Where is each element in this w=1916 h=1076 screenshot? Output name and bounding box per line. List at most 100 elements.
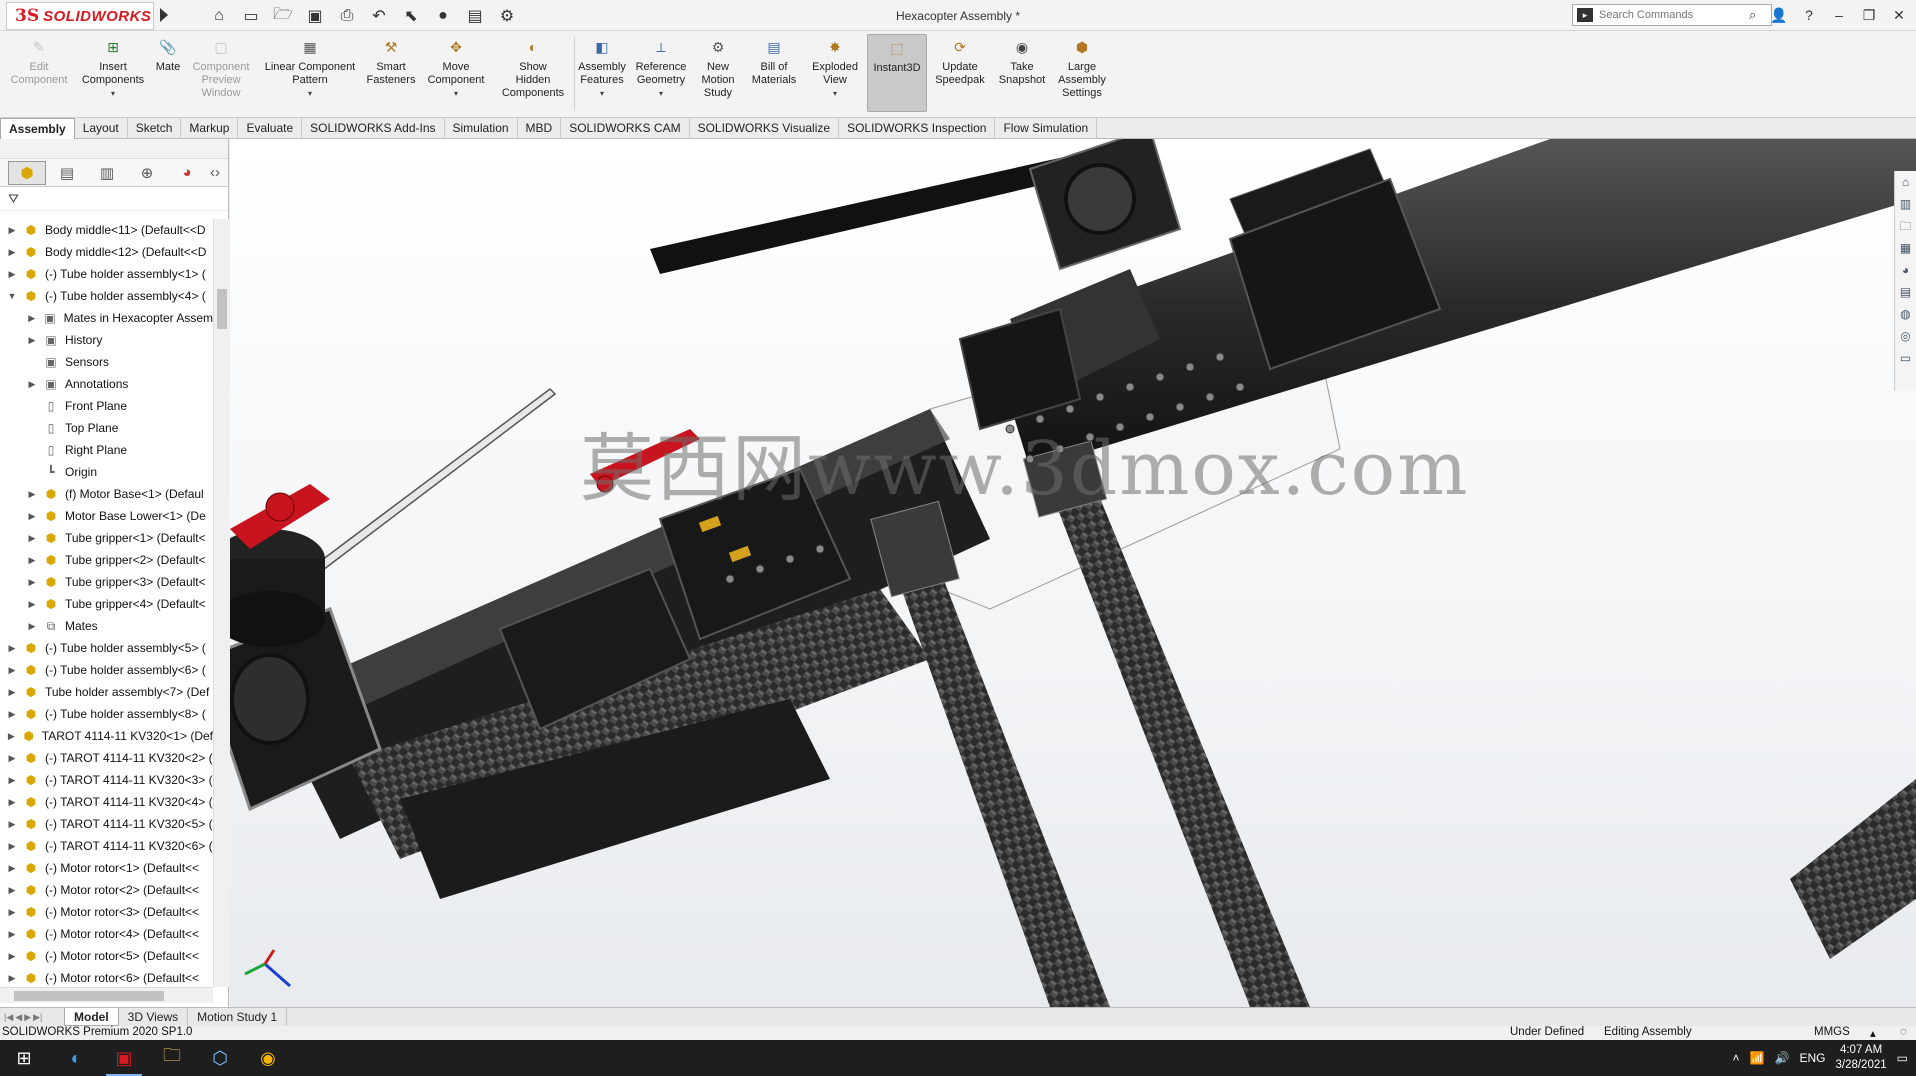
expand-arrow-icon[interactable]: ▶: [6, 709, 18, 720]
configuration-manager-icon[interactable]: ▥: [88, 161, 126, 185]
tab-solidworks-inspection[interactable]: SOLIDWORKS Inspection: [839, 118, 996, 139]
tree-node[interactable]: ▶ ⬢ (-) Motor rotor<5> (Default<<: [0, 945, 213, 967]
mate-button[interactable]: 📎 Mate: [150, 37, 186, 74]
show-hidden-components-button[interactable]: ◐ Show Hidden Components: [496, 37, 570, 100]
home-icon[interactable]: ⌂: [205, 5, 233, 27]
dropdown-arrow-icon[interactable]: ▾: [833, 87, 837, 100]
dropdown-arrow-icon[interactable]: ▾: [600, 87, 604, 100]
expand-arrow-icon[interactable]: ▶: [6, 775, 18, 786]
menu-expand-arrow-icon[interactable]: [160, 8, 168, 22]
tab-sketch[interactable]: Sketch: [128, 118, 182, 139]
notifications-icon[interactable]: ▭: [1897, 1051, 1908, 1065]
tree-vertical-scrollbar[interactable]: [213, 219, 229, 987]
tree-node[interactable]: ▶ ⬢ TAROT 4114-11 KV320<1> (Def: [0, 725, 213, 747]
tree-node[interactable]: ▶ ⬢ Tube gripper<3> (Default<: [0, 571, 213, 593]
expand-arrow-icon[interactable]: ▶: [6, 841, 18, 852]
insert-components-button[interactable]: ⊞ Insert Components ▾: [78, 37, 148, 100]
tree-node[interactable]: ▶ ⬢ (-) TAROT 4114-11 KV320<2> (: [0, 747, 213, 769]
comments-icon[interactable]: ▭: [1895, 347, 1916, 369]
landing-gear-leg[interactable]: [1790, 779, 1916, 959]
design-library-icon[interactable]: ▥: [1895, 193, 1916, 215]
open-folder-icon[interactable]: 🗁: [269, 5, 297, 27]
expand-arrow-icon[interactable]: ▶: [6, 885, 18, 896]
expand-arrow-icon[interactable]: ▶: [6, 907, 18, 918]
tree-node[interactable]: ▶ ⬢ (-) Tube holder assembly<8> (: [0, 703, 213, 725]
bill-of-materials-button[interactable]: ▤ Bill of Materials: [746, 37, 802, 87]
expand-arrow-icon[interactable]: ▶: [6, 863, 18, 874]
dropdown-arrow-icon[interactable]: ▾: [111, 87, 115, 100]
search-type-icon[interactable]: ▸: [1577, 8, 1593, 22]
tree-node[interactable]: ▶ ⬢ Body middle<12> (Default<<D: [0, 241, 213, 263]
last-tab-icon[interactable]: ▶|: [33, 1012, 42, 1023]
chrome-browser-icon[interactable]: ◉: [244, 1044, 292, 1072]
3dexperience-icon[interactable]: ◎: [1895, 325, 1916, 347]
propeller-blade[interactable]: [308, 388, 557, 578]
tab-model[interactable]: Model: [64, 1008, 119, 1026]
help-icon[interactable]: ?: [1798, 4, 1820, 26]
tree-node[interactable]: ▶ ⬢ (-) TAROT 4114-11 KV320<3> (: [0, 769, 213, 791]
solidworks-resources-icon[interactable]: ⌂: [1895, 171, 1916, 193]
file-explorer-icon[interactable]: 🗀: [1895, 215, 1916, 237]
expand-arrow-icon[interactable]: ▶: [6, 973, 18, 984]
large-assembly-settings-button[interactable]: ⬢ Large Assembly Settings: [1054, 37, 1110, 100]
solidworks-forum-icon[interactable]: ◍: [1895, 303, 1916, 325]
component-preview-window-button[interactable]: ▢ Component Preview Window: [188, 37, 254, 100]
new-motion-study-button[interactable]: ⚙ New Motion Study: [694, 37, 742, 100]
expand-arrow-icon[interactable]: ▶: [26, 335, 38, 346]
take-snapshot-button[interactable]: ◉ Take Snapshot: [994, 37, 1050, 87]
tree-node[interactable]: ▶ ⬢ (-) Motor rotor<1> (Default<<: [0, 857, 213, 879]
tab-solidworks-cam[interactable]: SOLIDWORKS CAM: [561, 118, 690, 139]
expand-arrow-icon[interactable]: ▶: [6, 665, 18, 676]
tab-motion-study-1[interactable]: Motion Study 1: [188, 1008, 288, 1026]
search-icon[interactable]: ⌕: [1749, 7, 1756, 23]
options-gear-icon[interactable]: ⚙: [493, 5, 521, 27]
tab-markup[interactable]: Markup: [181, 118, 239, 139]
tree-node[interactable]: ▯ Top Plane: [0, 417, 213, 439]
tree-node[interactable]: ▶ ⬢ (f) Motor Base<1> (Defaul: [0, 483, 213, 505]
assembly-features-button[interactable]: ◧ Assembly Features ▾: [576, 37, 628, 100]
instant3d-button[interactable]: ⬚ Instant3D: [867, 34, 927, 112]
scrollbar-thumb[interactable]: [217, 289, 227, 329]
status-unit-system[interactable]: MMGS: [1814, 1026, 1850, 1038]
previous-tab-icon[interactable]: ◀: [15, 1012, 22, 1023]
tree-node[interactable]: ┗ Origin: [0, 461, 213, 483]
tree-node[interactable]: ▼ ⬢ (-) Tube holder assembly<4> (: [0, 285, 213, 307]
tree-node[interactable]: ▶ ▣ Annotations: [0, 373, 213, 395]
undo-icon[interactable]: ↶: [365, 5, 393, 27]
tab-3d-views[interactable]: 3D Views: [119, 1008, 189, 1026]
expand-arrow-icon[interactable]: ▶: [26, 533, 38, 544]
expand-arrow-icon[interactable]: ▶: [26, 555, 38, 566]
expand-arrow-icon[interactable]: ▶: [6, 951, 18, 962]
tree-node[interactable]: ▶ ⬢ (-) Motor rotor<2> (Default<<: [0, 879, 213, 901]
expand-arrow-icon[interactable]: ▶: [6, 929, 18, 940]
tab-mbd[interactable]: MBD: [518, 118, 562, 139]
edit-component-button[interactable]: ✎ Edit Component: [6, 37, 72, 87]
tab-flow-simulation[interactable]: Flow Simulation: [995, 118, 1098, 139]
save-icon[interactable]: ▣: [301, 5, 329, 27]
expand-arrow-icon[interactable]: ▶: [6, 731, 17, 742]
tree-node[interactable]: ▶ ⬢ (-) Tube holder assembly<6> (: [0, 659, 213, 681]
user-account-icon[interactable]: 👤: [1768, 4, 1790, 26]
update-speedpak-button[interactable]: ⟳ Update Speedpak: [932, 37, 988, 87]
tree-node[interactable]: ▶ ⬢ (-) Tube holder assembly<5> (: [0, 637, 213, 659]
expand-arrow-icon[interactable]: ▶: [26, 577, 38, 588]
smart-fasteners-button[interactable]: ⚒ Smart Fasteners: [362, 37, 420, 87]
tree-node[interactable]: ▶ ⬢ Tube gripper<1> (Default<: [0, 527, 213, 549]
volume-icon[interactable]: 🔊: [1775, 1051, 1790, 1065]
new-document-icon[interactable]: ▭: [237, 5, 265, 27]
tree-node[interactable]: ▶ ⬢ (-) Motor rotor<6> (Default<<: [0, 967, 213, 987]
tree-node[interactable]: ▶ ⬢ (-) TAROT 4114-11 KV320<6> (: [0, 835, 213, 857]
tree-node[interactable]: ▯ Front Plane: [0, 395, 213, 417]
clock[interactable]: 4:07 AM 3/28/2021: [1835, 1043, 1886, 1073]
tree-node[interactable]: ▶ ▣ History: [0, 329, 213, 351]
expand-arrow-icon[interactable]: ▶: [26, 621, 38, 632]
network-icon[interactable]: 📶: [1750, 1051, 1765, 1065]
dropdown-arrow-icon[interactable]: ▾: [454, 87, 458, 100]
expand-arrow-icon[interactable]: ▶: [6, 643, 18, 654]
input-language[interactable]: ENG: [1799, 1051, 1825, 1065]
scrollbar-thumb[interactable]: [14, 991, 164, 1001]
tree-node[interactable]: ▶ ⬢ Tube holder assembly<7> (Def: [0, 681, 213, 703]
move-component-button[interactable]: ✥ Move Component ▾: [424, 37, 488, 100]
print-icon[interactable]: ⎙: [333, 5, 361, 27]
graphics-area[interactable]: 莫西网www.3dmox.com ⌕ ⊕ ↩ ◫ ✎ ⬚ ◼ ◉ ◆ ◕ ▭ ⌂…: [230, 139, 1916, 1007]
